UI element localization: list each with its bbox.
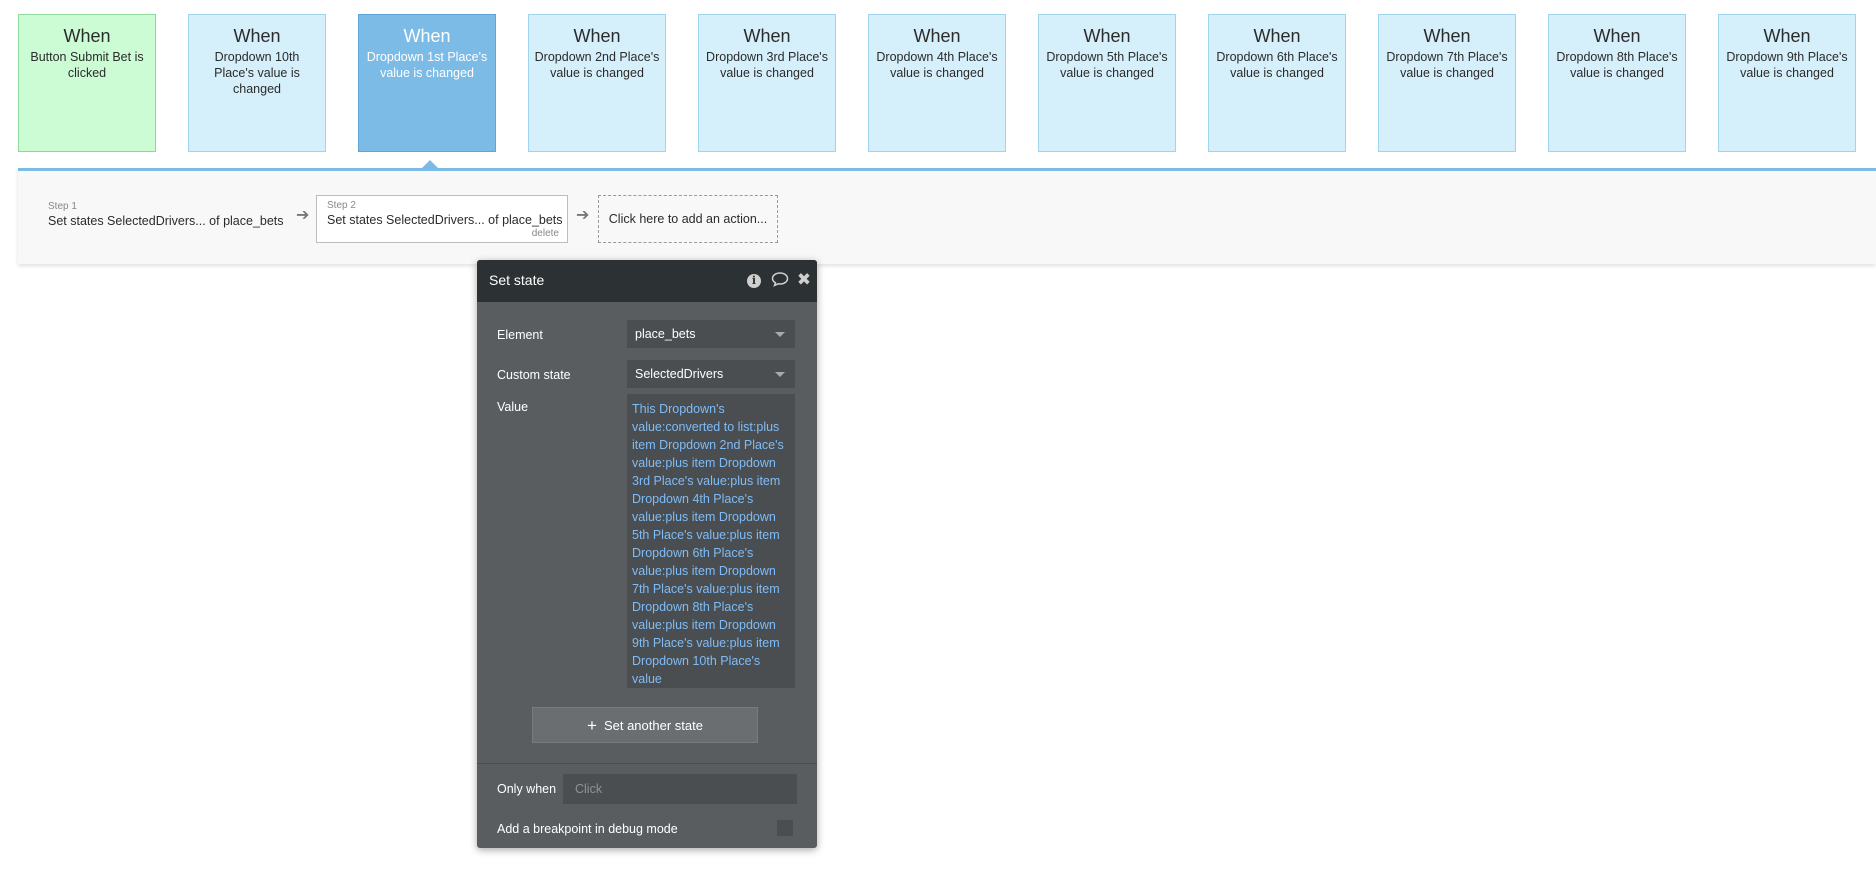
event-when: When — [403, 26, 451, 46]
event-desc: Dropdown 2nd Place's value is changed — [534, 50, 660, 80]
info-icon[interactable]: i — [745, 271, 763, 289]
custom-state-label: Custom state — [497, 368, 571, 382]
event-card-4th-place[interactable]: When Dropdown 4th Place's value is chang… — [868, 14, 1006, 152]
value-label: Value — [497, 400, 529, 414]
element-label: Element — [497, 328, 543, 342]
only-when-label: Only when — [497, 782, 557, 796]
event-desc: Dropdown 3rd Place's value is changed — [706, 50, 828, 80]
set-another-state-button[interactable]: + Set another state — [532, 707, 758, 743]
event-card-1st-place[interactable]: When Dropdown 1st Place's value is chang… — [358, 14, 496, 152]
set-another-state-label: Set another state — [603, 718, 703, 733]
event-when: When — [233, 26, 281, 46]
events-row: When Button Submit Bet is clicked When D… — [18, 14, 1876, 154]
custom-state-select-value: SelectedDrivers — [635, 367, 724, 381]
element-select-value: place_bets — [635, 327, 696, 341]
step-number: Step 2 — [327, 200, 356, 211]
event-desc: Dropdown 4th Place's value is changed — [876, 50, 998, 80]
event-card-9th-place[interactable]: When Dropdown 9th Place's value is chang… — [1718, 14, 1856, 152]
comment-icon[interactable] — [771, 271, 789, 289]
event-desc: Dropdown 10th Place's value is changed — [214, 50, 300, 96]
breakpoint-label: Add a breakpoint in debug mode — [497, 822, 678, 836]
event-desc: Dropdown 6th Place's value is changed — [1216, 50, 1338, 80]
arrow-right-icon: ➔ — [576, 207, 590, 224]
only-when-input[interactable]: Click — [563, 774, 797, 804]
event-card-submit-bet[interactable]: When Button Submit Bet is clicked — [18, 14, 156, 152]
event-card-2nd-place[interactable]: When Dropdown 2nd Place's value is chang… — [528, 14, 666, 152]
step-1[interactable]: Step 1 Set states SelectedDrivers... of … — [48, 199, 284, 231]
custom-state-select[interactable]: SelectedDrivers — [627, 360, 795, 388]
event-desc: Dropdown 7th Place's value is changed — [1386, 50, 1508, 80]
close-icon[interactable]: ✖ — [795, 271, 813, 289]
event-when: When — [913, 26, 961, 46]
step-2[interactable]: Step 2 Set states SelectedDrivers... of … — [316, 195, 568, 243]
add-action-button[interactable]: Click here to add an action... — [598, 195, 778, 243]
plus-icon: + — [587, 716, 597, 735]
event-when: When — [1253, 26, 1301, 46]
event-card-6th-place[interactable]: When Dropdown 6th Place's value is chang… — [1208, 14, 1346, 152]
event-when: When — [63, 26, 111, 46]
event-desc: Button Submit Bet is clicked — [30, 50, 144, 80]
element-select[interactable]: place_bets — [627, 320, 795, 348]
step-number: Step 1 — [48, 201, 77, 212]
event-card-7th-place[interactable]: When Dropdown 7th Place's value is chang… — [1378, 14, 1516, 152]
panel-divider — [477, 763, 817, 764]
event-when: When — [743, 26, 791, 46]
panel-title: Set state — [489, 272, 545, 288]
event-when: When — [1593, 26, 1641, 46]
step-text: Set states SelectedDrivers... of place_b… — [327, 213, 563, 227]
comment-icon-svg — [771, 272, 789, 287]
chevron-down-icon — [775, 372, 785, 377]
panel-header: Set state i ✖ — [477, 260, 817, 302]
event-card-8th-place[interactable]: When Dropdown 8th Place's value is chang… — [1548, 14, 1686, 152]
event-desc: Dropdown 9th Place's value is changed — [1726, 50, 1848, 80]
event-card-5th-place[interactable]: When Dropdown 5th Place's value is chang… — [1038, 14, 1176, 152]
event-desc: Dropdown 8th Place's value is changed — [1556, 50, 1678, 80]
chevron-down-icon — [775, 332, 785, 337]
step-text: Set states SelectedDrivers... of place_b… — [48, 214, 284, 228]
breakpoint-checkbox[interactable] — [777, 820, 793, 836]
event-desc: Dropdown 1st Place's value is changed — [366, 50, 488, 80]
event-when: When — [1083, 26, 1131, 46]
arrow-right-icon: ➔ — [296, 207, 310, 224]
event-when: When — [573, 26, 621, 46]
set-state-panel: Set state i ✖ Element place_bets Custom … — [477, 260, 817, 848]
workflow-steps-bar: Step 1 Set states SelectedDrivers... of … — [18, 168, 1876, 264]
delete-step-link[interactable]: delete — [532, 228, 559, 239]
event-desc: Dropdown 5th Place's value is changed — [1046, 50, 1168, 80]
event-card-10th-place[interactable]: When Dropdown 10th Place's value is chan… — [188, 14, 326, 152]
event-card-3rd-place[interactable]: When Dropdown 3rd Place's value is chang… — [698, 14, 836, 152]
event-when: When — [1423, 26, 1471, 46]
event-when: When — [1763, 26, 1811, 46]
selected-event-pointer — [422, 160, 438, 168]
value-expression-editor[interactable]: This Dropdown's value:converted to list:… — [627, 394, 795, 688]
